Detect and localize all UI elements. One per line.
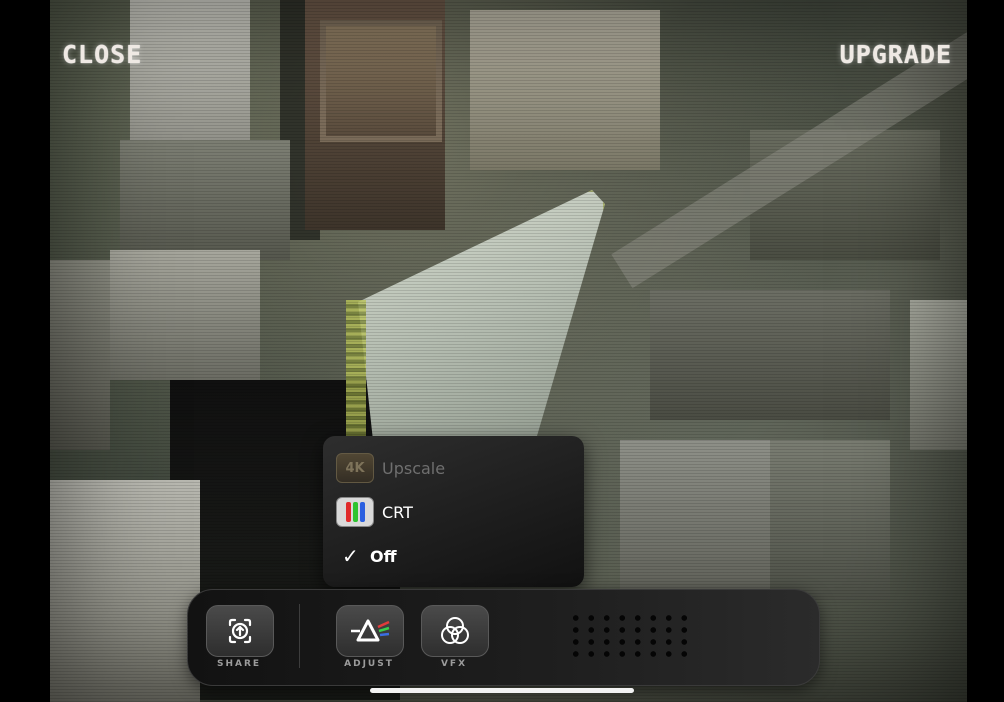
share-label: SHARE <box>216 659 262 669</box>
menu-item-off[interactable]: ✓ Off <box>336 540 397 572</box>
share-button[interactable] <box>206 605 274 657</box>
toolbar-divider <box>299 604 300 668</box>
4k-icon: 4K <box>336 453 374 483</box>
close-button[interactable]: CLOSE <box>62 40 142 69</box>
vfx-label: VFX <box>440 659 468 669</box>
speaker-grille <box>568 612 693 662</box>
adjust-label: ADJUST <box>344 659 394 669</box>
share-icon <box>228 618 252 644</box>
menu-item-label: CRT <box>382 502 413 522</box>
menu-item-label: Upscale <box>382 458 446 478</box>
menu-item-upscale[interactable]: 4K Upscale <box>336 452 445 484</box>
menu-item-label: Off <box>370 546 397 566</box>
home-indicator[interactable] <box>370 688 634 693</box>
menu-item-crt[interactable]: CRT <box>336 496 413 528</box>
checkmark-icon: ✓ <box>342 544 359 568</box>
adjust-button[interactable] <box>336 605 404 657</box>
upgrade-button[interactable]: UPGRADE <box>840 40 952 69</box>
vfx-icon <box>441 617 469 644</box>
bottom-toolbar: SHARE ADJUST VFX <box>187 589 820 686</box>
crt-icon <box>336 497 374 527</box>
adjust-icon <box>351 619 390 642</box>
vfx-button[interactable] <box>421 605 489 657</box>
vfx-filter-menu: 4K Upscale CRT ✓ Off <box>323 436 584 587</box>
